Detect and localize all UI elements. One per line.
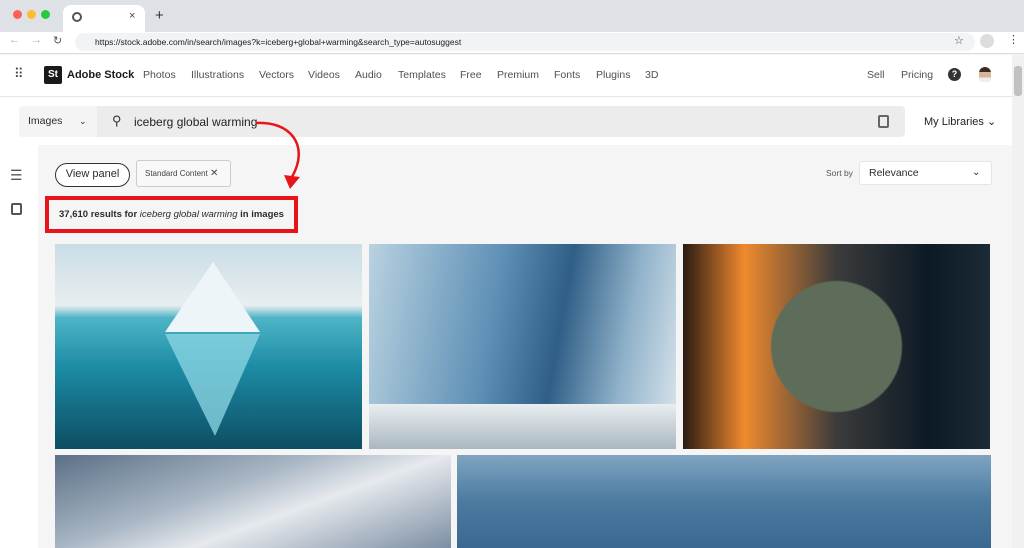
browser-tab-bar [0, 0, 1024, 32]
address-bar[interactable]: https://stock.adobe.com/in/search/images… [75, 33, 975, 51]
bookmark-star-icon[interactable]: ☆ [954, 34, 964, 47]
results-count: 37,610 results for iceberg global warmin… [45, 196, 298, 233]
nav-sell[interactable]: Sell [867, 69, 885, 81]
back-icon[interactable]: ← [9, 34, 20, 46]
nav-plugins[interactable]: Plugins [596, 69, 630, 81]
my-libraries-label: My Libraries [924, 116, 984, 128]
user-avatar[interactable] [979, 67, 991, 82]
nav-premium[interactable]: Premium [497, 69, 539, 81]
chevron-down-icon: ⌄ [972, 167, 981, 178]
maximize-window-button[interactable] [41, 10, 50, 19]
nav-vectors[interactable]: Vectors [259, 69, 294, 81]
tab-close-button[interactable]: × [129, 10, 135, 22]
nav-pricing[interactable]: Pricing [901, 69, 933, 81]
apps-grid-icon[interactable]: ⠿ [14, 66, 23, 82]
nav-3d[interactable]: 3D [645, 69, 658, 81]
scrollbar-thumb[interactable] [1014, 66, 1022, 96]
nav-audio[interactable]: Audio [355, 69, 382, 81]
asset-type-select[interactable]: Images ⌄ [19, 106, 97, 137]
profile-icon[interactable] [980, 34, 994, 48]
nav-fonts[interactable]: Fonts [554, 69, 580, 81]
browser-menu-icon[interactable]: ⋮ [1008, 33, 1019, 46]
sort-value: Relevance [869, 167, 919, 179]
visual-search-icon[interactable] [878, 115, 889, 128]
view-panel-button[interactable]: View panel [55, 163, 130, 187]
nav-videos[interactable]: Videos [308, 69, 340, 81]
annotation-arrow [255, 121, 300, 189]
image-result-earth[interactable] [683, 244, 990, 449]
results-suffix: in images [240, 209, 284, 220]
search-input[interactable]: iceberg global warming [134, 115, 257, 129]
browser-tab[interactable]: × [63, 5, 145, 32]
nav-illustrations[interactable]: Illustrations [191, 69, 244, 81]
reload-icon[interactable]: ↻ [53, 34, 62, 47]
minimize-window-button[interactable] [27, 10, 36, 19]
image-result-iceberg[interactable] [55, 244, 362, 449]
forward-icon[interactable]: → [31, 34, 42, 46]
sort-select[interactable]: Relevance ⌄ [859, 161, 992, 185]
results-query: iceberg global warming [139, 209, 238, 220]
close-window-button[interactable] [13, 10, 22, 19]
close-icon[interactable]: ✕ [210, 168, 218, 179]
standard-content-chip[interactable]: Standard Content ✕ [136, 160, 231, 187]
nav-templates[interactable]: Templates [398, 69, 446, 81]
asset-type-value: Images [28, 115, 63, 127]
visual-search-icon[interactable] [11, 203, 22, 215]
results-count-text: 37,610 results for [59, 209, 138, 220]
filters-icon[interactable]: ☰ [10, 167, 23, 184]
image-result-sky[interactable] [55, 455, 451, 548]
nav-photos[interactable]: Photos [143, 69, 176, 81]
chevron-down-icon: ⌄ [79, 116, 87, 126]
chevron-down-icon: ⌄ [986, 116, 997, 128]
image-result-ocean[interactable] [457, 455, 991, 548]
adobe-stock-logo[interactable]: St [44, 66, 62, 84]
my-libraries-button[interactable]: My Libraries ⌄ [924, 115, 996, 128]
nav-free[interactable]: Free [460, 69, 482, 81]
chip-label: Standard Content [145, 169, 208, 178]
image-result-glacier[interactable] [369, 244, 676, 449]
search-icon: ⚲ [112, 113, 122, 128]
brand-name[interactable]: Adobe Stock [67, 69, 134, 81]
chrome-favicon-icon [72, 12, 82, 22]
scrollbar[interactable] [1012, 55, 1024, 548]
help-icon[interactable]: ? [948, 68, 961, 81]
sort-label: Sort by [826, 168, 853, 178]
new-tab-button[interactable]: + [155, 7, 164, 24]
